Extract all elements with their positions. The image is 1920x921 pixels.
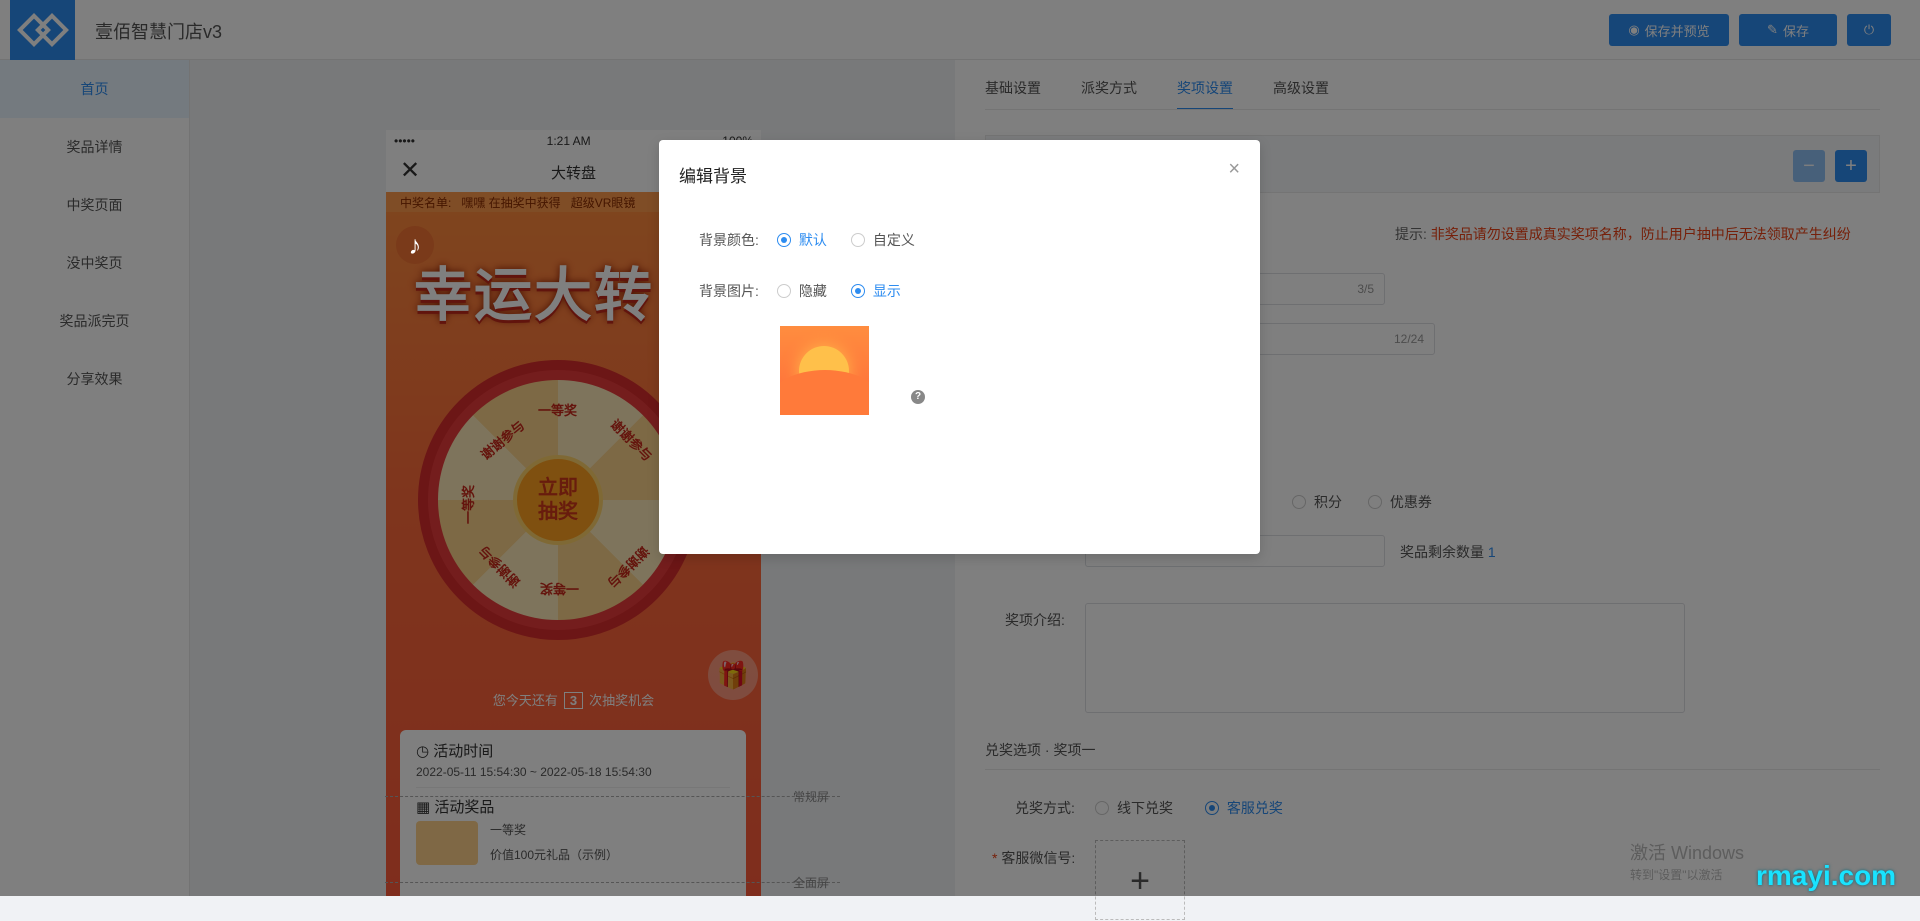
music-note-icon[interactable]: ♪ [396, 226, 434, 264]
bg-color-label: 背景颜色: [699, 232, 759, 248]
show-label: 显示 [872, 283, 901, 299]
hill-shape [780, 370, 869, 415]
bg-image-row: 背景图片: 隐藏 显示 [699, 281, 901, 301]
custom-label: 自定义 [872, 232, 915, 248]
radio-icon [850, 233, 865, 247]
background-image-thumbnail[interactable] [780, 326, 869, 415]
radio-checked-icon [850, 284, 865, 298]
bg-color-custom-option[interactable]: 自定义 [850, 230, 915, 250]
bg-color-row: 背景颜色: 默认 自定义 [699, 230, 915, 250]
close-icon[interactable]: × [1228, 158, 1240, 181]
bg-image-label: 背景图片: [699, 283, 759, 299]
modal-title: 编辑背景 [679, 167, 747, 186]
bg-color-default-option[interactable]: 默认 [776, 230, 827, 250]
hide-label: 隐藏 [798, 283, 827, 299]
edit-background-modal: 编辑背景 × 背景颜色: 默认 自定义 背景图片: 隐藏 显示 ? [659, 140, 1260, 554]
radio-icon [776, 284, 791, 298]
bg-image-hide-option[interactable]: 隐藏 [776, 281, 827, 301]
radio-checked-icon [776, 233, 791, 247]
site-watermark: rmayi.com [1756, 860, 1897, 891]
bg-image-show-option[interactable]: 显示 [850, 281, 901, 301]
default-label: 默认 [798, 232, 827, 248]
help-icon[interactable]: ? [911, 390, 925, 404]
